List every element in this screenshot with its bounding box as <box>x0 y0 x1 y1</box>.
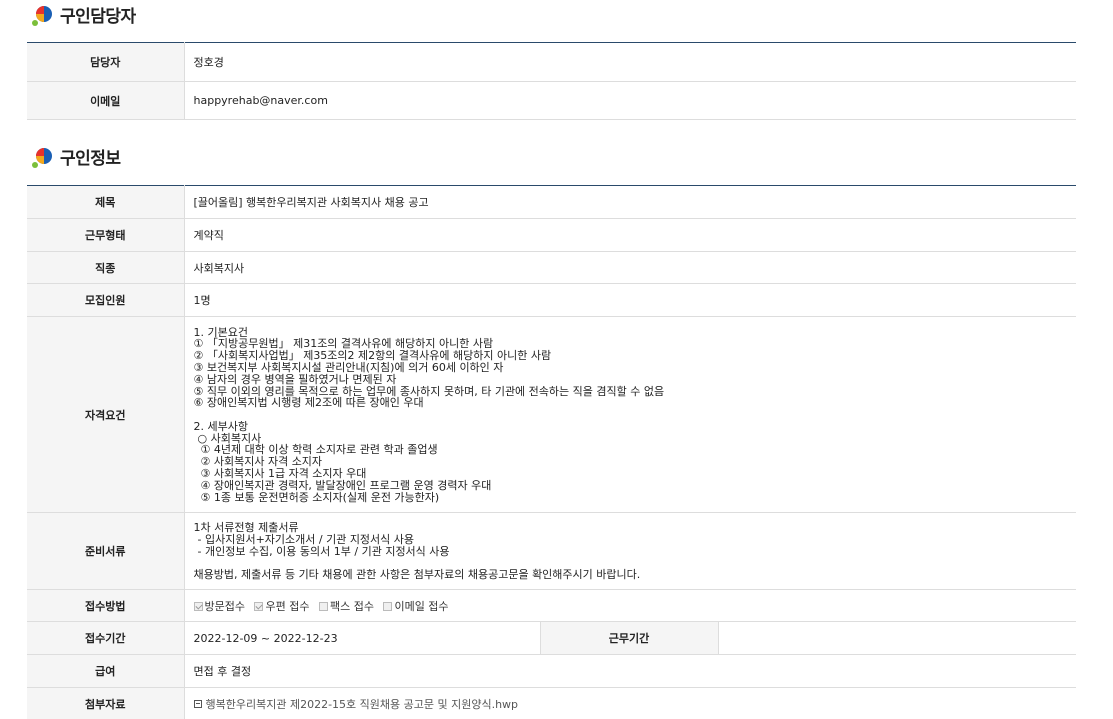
table-row: 담당자 정호경 <box>27 42 1076 82</box>
checkbox-unchecked-icon <box>318 601 328 611</box>
section-title: 구인담당자 <box>60 7 136 27</box>
qualification-line: ④ 장애인복지관 경력자, 발달장애인 프로그램 운영 경력자 우대 <box>200 478 492 492</box>
file-icon <box>193 699 202 708</box>
table-row: 직종 사회복지사 <box>27 251 1076 284</box>
table-row: 접수방법 방문접수 우편 접수 팩스 접수 이메일 접수 <box>27 589 1076 622</box>
table-row: 접수기간 2022-12-09 ~ 2022-12-23 근무기간 <box>27 621 1076 655</box>
job-type: 사회복지사 <box>184 251 1076 284</box>
qualification-line: ⑤ 1종 보통 운전면허증 소지자(실제 운전 가능한자) <box>200 490 440 504</box>
attachment-link[interactable]: 행복한우리복지관 제2022-15호 직원채용 공고문 및 지원양식.hwp <box>206 698 519 711</box>
checkbox-checked-icon <box>254 601 264 611</box>
section-logo-icon <box>30 145 54 169</box>
apply-option-visit[interactable]: 방문접수 <box>193 600 245 613</box>
qualification-content: 1. 기본요건 ① 「지방공무원법」 제31조의 결격사유에 해당하지 아니한 … <box>184 316 1077 513</box>
row-label: 접수기간 <box>27 621 185 655</box>
employment-type: 계약직 <box>184 218 1076 252</box>
recruiter-section-header: 구인담당자 <box>30 2 136 27</box>
table-row: 모집인원 1명 <box>27 283 1076 317</box>
row-label: 모집인원 <box>27 283 185 317</box>
table-row: 제목 [끌어올림] 행복한우리복지관 사회복지사 채용 공고 <box>27 185 1076 219</box>
section-title: 구인정보 <box>60 149 121 169</box>
apply-option-email[interactable]: 이메일 접수 <box>383 600 449 613</box>
row-label: 자격요건 <box>27 316 185 513</box>
qualification-line: ⑥ 장애인복지법 시행령 제2조에 따른 장애인 우대 <box>193 396 424 410</box>
row-label: 급여 <box>27 654 185 688</box>
row-label: 접수방법 <box>27 589 185 622</box>
row-label: 직종 <box>27 251 185 284</box>
table-row: 이메일 happyrehab@naver.com <box>27 81 1076 120</box>
recruiter-email: happyrehab@naver.com <box>184 81 1076 120</box>
table-row: 자격요건 1. 기본요건 ① 「지방공무원법」 제31조의 결격사유에 해당하지… <box>27 316 1077 513</box>
checkbox-unchecked-icon <box>383 601 393 611</box>
attachment-cell: 행복한우리복지관 제2022-15호 직원채용 공고문 및 지원양식.hwp <box>184 687 1076 719</box>
recruiter-name: 정호경 <box>184 42 1076 82</box>
job-section-header: 구인정보 <box>30 144 121 169</box>
table-row: 준비서류 1차 서류전형 제출서류 - 입사지원서+자기소개서 / 기관 지정서… <box>27 512 1076 590</box>
documents-content: 1차 서류전형 제출서류 - 입사지원서+자기소개서 / 기관 지정서식 사용 … <box>184 512 1076 590</box>
table-row: 급여 면접 후 결정 <box>27 654 1076 688</box>
table-row: 첨부자료 행복한우리복지관 제2022-15호 직원채용 공고문 및 지원양식.… <box>27 687 1076 719</box>
job-title: [끌어올림] 행복한우리복지관 사회복지사 채용 공고 <box>184 185 1076 219</box>
apply-method-options: 방문접수 우편 접수 팩스 접수 이메일 접수 <box>184 589 1076 622</box>
work-period-label: 근무기간 <box>539 621 719 655</box>
apply-option-mail[interactable]: 우편 접수 <box>254 600 309 613</box>
qualification-line: ③ 보건복지부 사회복지시설 관리안내(지침)에 의거 60세 이하인 자 <box>193 360 504 374</box>
table-row: 근무형태 계약직 <box>27 218 1076 252</box>
documents-line: - 입사지원서+자기소개서 / 기관 지정서식 사용 <box>197 532 415 546</box>
apply-period: 2022-12-09 ~ 2022-12-23 <box>184 621 540 655</box>
qualification-line: ① 4년제 대학 이상 학력 소지자로 관련 학과 졸업생 <box>200 443 438 457</box>
section-logo-icon <box>30 3 54 27</box>
job-info-table: 제목 [끌어올림] 행복한우리복지관 사회복지사 채용 공고 근무형태 계약직 … <box>27 185 1076 719</box>
qualification-line: 2. 세부사항 <box>193 419 248 433</box>
row-label: 이메일 <box>27 81 185 120</box>
row-label: 담당자 <box>27 42 185 82</box>
salary: 면접 후 결정 <box>184 654 1076 688</box>
qualification-line: ④ 남자의 경우 병역을 필하였거나 면제된 자 <box>193 372 397 386</box>
row-label: 준비서류 <box>27 512 185 590</box>
row-label: 근무형태 <box>27 218 185 252</box>
apply-option-fax[interactable]: 팩스 접수 <box>318 600 374 613</box>
checkbox-checked-icon <box>193 601 203 611</box>
documents-line: 채용방법, 제출서류 등 기타 채용에 관한 사항은 첨부자료의 채용공고문을 … <box>193 568 641 582</box>
row-label: 첨부자료 <box>27 687 185 719</box>
row-label: 제목 <box>27 185 185 219</box>
recruiter-table: 담당자 정호경 이메일 happyrehab@naver.com <box>27 42 1076 120</box>
documents-line: - 개인정보 수집, 이용 동의서 1부 / 기관 지정서식 사용 <box>197 544 450 558</box>
headcount: 1명 <box>184 283 1076 317</box>
work-period-value <box>718 621 1076 655</box>
